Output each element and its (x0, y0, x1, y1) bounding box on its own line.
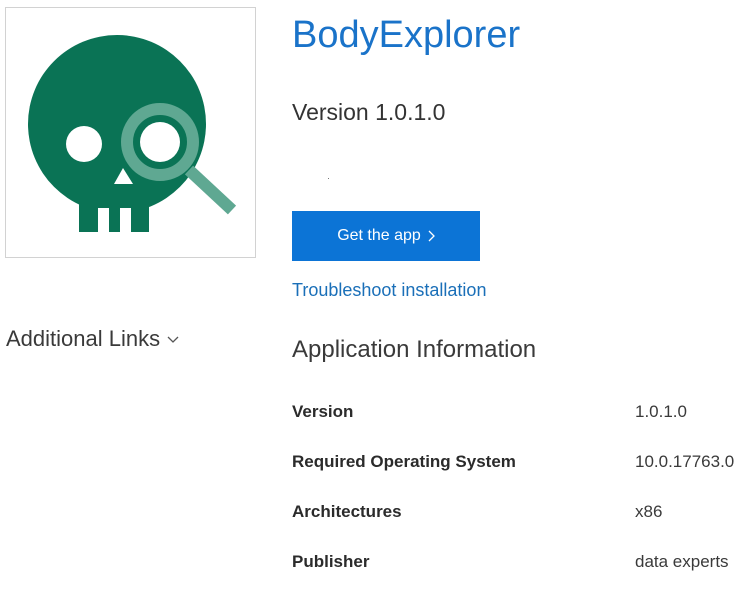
application-info-table: Version 1.0.1.0 Required Operating Syste… (292, 390, 752, 590)
info-label: Publisher (292, 552, 370, 571)
info-row-version: Version 1.0.1.0 (292, 390, 752, 440)
info-value: data experts (635, 552, 729, 571)
info-label: Version (292, 402, 354, 421)
info-value: x86 (635, 502, 663, 521)
get-the-app-button[interactable]: Get the app (292, 211, 480, 261)
additional-links-toggle[interactable]: Additional Links (6, 326, 180, 352)
app-logo (5, 7, 256, 258)
info-row-publisher: Publisher data experts (292, 540, 752, 590)
info-label: Architectures (292, 502, 402, 521)
app-install-page: Additional Links BodyExplorer Version 1.… (0, 0, 756, 597)
info-row-required-os: Required Operating System 10.0.17763.0 (292, 440, 752, 490)
additional-links-label: Additional Links (6, 326, 161, 351)
info-row-architectures: Architectures x86 (292, 490, 752, 540)
chevron-down-icon (167, 336, 179, 343)
chevron-right-icon (428, 230, 435, 242)
application-information-heading: Application Information (292, 336, 537, 363)
troubleshoot-installation-link[interactable]: Troubleshoot installation (292, 280, 486, 301)
skull-magnifier-icon (28, 35, 237, 234)
get-the-app-label: Get the app (337, 227, 421, 244)
app-version: Version 1.0.1.0 (292, 99, 446, 125)
divider-dot (328, 178, 329, 179)
info-value: 10.0.17763.0 (635, 452, 735, 471)
info-label: Required Operating System (292, 452, 516, 471)
app-title: BodyExplorer (292, 14, 521, 56)
info-value: 1.0.1.0 (635, 402, 687, 421)
